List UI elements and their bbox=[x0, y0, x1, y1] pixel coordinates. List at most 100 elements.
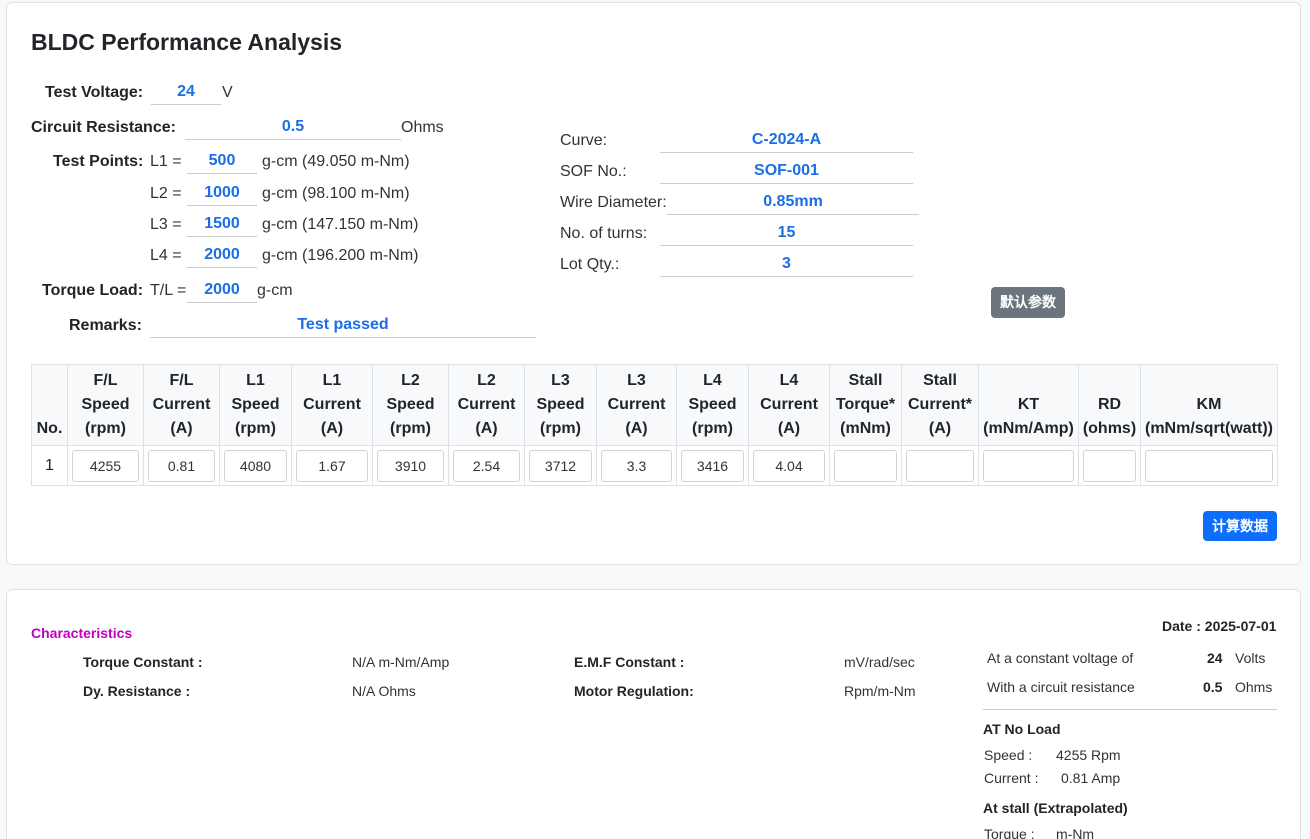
remarks-label: Remarks: bbox=[69, 317, 142, 334]
cell-input[interactable] bbox=[72, 449, 139, 482]
column-header-line: (ohms) bbox=[1082, 420, 1137, 437]
cell-input[interactable] bbox=[148, 449, 215, 482]
column-header-line: (A) bbox=[320, 420, 344, 437]
column-header-line: (A) bbox=[928, 420, 952, 437]
emf-constant-label: E.M.F Constant : bbox=[574, 654, 685, 670]
column-header-line: L2 bbox=[477, 372, 496, 389]
column-header-line: Speed bbox=[536, 396, 585, 413]
no-load-current-value: 0.81 Amp bbox=[1061, 770, 1121, 786]
column-header-line: (rpm) bbox=[692, 420, 733, 437]
table-header-row: No. F/L Speed (rpm) F/L Current (A) L1 Speed (rpm… bbox=[31, 364, 1278, 446]
column-header-line: Torque* bbox=[835, 396, 896, 413]
circuit-resistance-input[interactable] bbox=[185, 114, 401, 140]
test-point-l2-unit: g-cm (98.100 m-Nm) bbox=[262, 185, 410, 202]
cell-input[interactable] bbox=[906, 449, 974, 482]
column-header-line: L4 bbox=[703, 372, 722, 389]
table-cell bbox=[524, 445, 597, 486]
table-cell bbox=[448, 445, 525, 486]
column-header-line: (A) bbox=[170, 420, 193, 437]
default-params-button[interactable]: 默认参数 bbox=[991, 287, 1065, 318]
test-point-l1-input[interactable] bbox=[187, 148, 257, 174]
no-load-speed-value: 4255 Rpm bbox=[1056, 747, 1121, 763]
torque-load-label: Torque Load: bbox=[42, 282, 144, 299]
column-header-line: Current bbox=[152, 396, 211, 413]
column-header-line: L4 bbox=[779, 372, 799, 389]
cell-input[interactable] bbox=[453, 449, 520, 482]
cell-input[interactable] bbox=[296, 449, 368, 482]
cell-input[interactable] bbox=[753, 449, 825, 482]
column-header-line: KM bbox=[1196, 396, 1222, 413]
constant-voltage-value: 24 bbox=[1207, 650, 1223, 666]
column-header-line: (A) bbox=[475, 420, 498, 437]
column-header-line: L1 bbox=[246, 372, 265, 389]
calculate-button[interactable]: 计算数据 bbox=[1203, 511, 1277, 541]
sof-no-input[interactable] bbox=[660, 158, 913, 184]
table-cell bbox=[676, 445, 749, 486]
circuit-resistance-unit: Ohms bbox=[401, 119, 444, 136]
constant-voltage-unit: Volts bbox=[1235, 650, 1266, 666]
no-load-title: AT No Load bbox=[983, 721, 1061, 737]
cell-input[interactable] bbox=[681, 449, 744, 482]
sof-no-label: SOF No.: bbox=[560, 163, 627, 180]
table-cell bbox=[1078, 445, 1141, 486]
table-cell bbox=[901, 445, 979, 486]
test-voltage-input[interactable] bbox=[151, 79, 221, 105]
table-cell bbox=[829, 445, 902, 486]
column-header-line: (A) bbox=[777, 420, 801, 437]
curve-label: Curve: bbox=[560, 132, 608, 149]
column-header: L2 Speed (rpm) bbox=[372, 364, 449, 446]
remarks-input[interactable] bbox=[150, 312, 536, 338]
test-voltage-label: Test Voltage: bbox=[45, 84, 144, 101]
table-row: 1 bbox=[31, 445, 1278, 486]
lot-qty-input[interactable] bbox=[660, 251, 913, 277]
circuit-resistance-cond-value: 0.5 bbox=[1203, 679, 1223, 695]
cell-input[interactable] bbox=[529, 449, 592, 482]
stall-title: At stall (Extrapolated) bbox=[983, 800, 1128, 816]
cell-input[interactable] bbox=[983, 449, 1074, 482]
test-voltage-unit: V bbox=[222, 84, 233, 101]
table-body: 1 bbox=[31, 445, 1278, 486]
column-header-line: Stall bbox=[848, 372, 883, 389]
test-point-l2-input[interactable] bbox=[187, 180, 257, 206]
column-header: F/L Current (A) bbox=[143, 364, 220, 446]
column-header: L2 Current (A) bbox=[448, 364, 525, 446]
column-header-line: (rpm) bbox=[85, 420, 126, 437]
test-point-l3-input[interactable] bbox=[187, 211, 257, 237]
torque-load-input[interactable] bbox=[187, 277, 257, 303]
cell-input[interactable] bbox=[1083, 449, 1136, 482]
column-header-line: Current bbox=[760, 396, 818, 413]
test-point-l2-label: L2 = bbox=[150, 185, 182, 202]
no-of-turns-label: No. of turns: bbox=[560, 225, 648, 242]
cell-input[interactable] bbox=[224, 449, 287, 482]
row-number: 1 bbox=[31, 445, 68, 486]
wire-diameter-input[interactable] bbox=[667, 189, 919, 215]
circuit-resistance-cond-unit: Ohms bbox=[1235, 679, 1273, 695]
column-header-line: L3 bbox=[551, 372, 570, 389]
column-header-line: F/L bbox=[169, 372, 194, 389]
column-header-line: Speed bbox=[231, 396, 280, 413]
curve-input[interactable] bbox=[660, 127, 913, 153]
cell-input[interactable] bbox=[601, 449, 672, 482]
column-header: L1 Current (A) bbox=[291, 364, 373, 446]
dy-resistance-value: N/A Ohms bbox=[352, 683, 416, 699]
no-of-turns-input[interactable] bbox=[660, 220, 913, 246]
table-cell bbox=[596, 445, 677, 486]
test-point-l4-input[interactable] bbox=[187, 242, 257, 268]
column-header: F/L Speed (rpm) bbox=[67, 364, 144, 446]
column-header-line: (A) bbox=[625, 420, 648, 437]
torque-constant-value: N/A m-Nm/Amp bbox=[352, 654, 450, 670]
constant-voltage-label: At a constant voltage of bbox=[987, 650, 1134, 666]
table-cell bbox=[1140, 445, 1278, 486]
column-header: RD (ohms) bbox=[1078, 364, 1141, 446]
cell-input[interactable] bbox=[1145, 449, 1273, 482]
table-cell bbox=[143, 445, 220, 486]
cell-input[interactable] bbox=[834, 449, 897, 482]
column-header: L4 Current (A) bbox=[748, 364, 830, 446]
column-header-line: Current bbox=[457, 396, 516, 413]
cell-input[interactable] bbox=[377, 449, 444, 482]
column-header-line: L1 bbox=[322, 372, 342, 389]
column-header-line: F/L bbox=[93, 372, 118, 389]
test-point-l4-label: L4 = bbox=[150, 247, 182, 264]
column-header-line: Current bbox=[607, 396, 666, 413]
column-header-line: (mNm) bbox=[840, 420, 891, 437]
